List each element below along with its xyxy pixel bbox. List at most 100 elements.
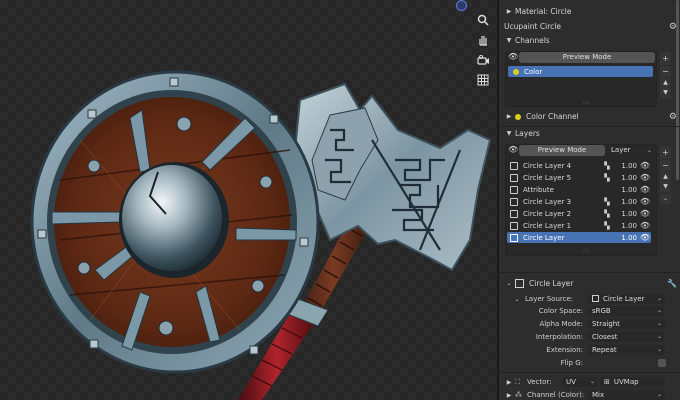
hand-icon[interactable] bbox=[475, 32, 491, 48]
prop-value: sRGB bbox=[592, 307, 611, 315]
chevron-down-icon: ⌄ bbox=[656, 295, 662, 302]
gear-icon[interactable]: ⚙ bbox=[669, 112, 677, 122]
prop-label: Alpha Mode: bbox=[539, 320, 583, 328]
plus-icon[interactable]: + bbox=[660, 52, 671, 65]
layer-name: Circle Layer 5 bbox=[523, 173, 572, 182]
channels-preview-mode-button[interactable]: Preview Mode bbox=[519, 52, 655, 63]
uv-map-select[interactable]: ⊞ UVMap bbox=[600, 377, 665, 387]
layer-opacity[interactable]: 1.00 bbox=[611, 162, 637, 170]
layer-row[interactable]: Circle Layer 3 ▚ 1.00 👁 bbox=[507, 196, 651, 207]
channel-color-row: ▶ ⁂ Channel (Color): Mix ⌄ bbox=[499, 389, 675, 400]
layers-mode-value: Layer bbox=[611, 146, 631, 154]
resize-handle-icon[interactable]: :::: bbox=[583, 248, 590, 254]
layer-row[interactable]: Circle Layer 4 ▚ 1.00 👁 bbox=[507, 160, 651, 171]
layer-source-label: Layer Source: bbox=[525, 295, 574, 303]
gizmo-dot[interactable] bbox=[456, 0, 467, 11]
layer-menu-chevron-icon[interactable]: ⌄ bbox=[660, 194, 671, 204]
attribute-layer-icon bbox=[510, 185, 518, 194]
channel-icon: ⁂ bbox=[515, 391, 522, 399]
layer-opacity[interactable]: 1.00 bbox=[611, 186, 637, 194]
camera-icon[interactable] bbox=[475, 52, 491, 68]
layer-name: Circle Layer 3 bbox=[523, 197, 572, 206]
zoom-icon[interactable] bbox=[475, 12, 491, 28]
viewport-navigation bbox=[475, 12, 491, 88]
color-space-select[interactable]: sRGB ⌄ bbox=[588, 306, 665, 316]
layer-opacity[interactable]: 1.00 bbox=[611, 174, 637, 182]
layers-mode-select[interactable]: Layer ⌄ bbox=[607, 145, 655, 156]
grid-icon[interactable] bbox=[475, 72, 491, 88]
channels-header[interactable]: ▼ Channels bbox=[499, 34, 675, 47]
chevron-down-icon: ⌄ bbox=[646, 147, 652, 154]
paint-row[interactable]: Ucupaint Circle ⚙ bbox=[499, 20, 677, 33]
layers-preview-mode-button[interactable]: Preview Mode bbox=[519, 145, 605, 156]
flip-g-checkbox[interactable] bbox=[658, 359, 666, 367]
interpolation-row: Interpolation: Closest ⌄ bbox=[499, 331, 675, 343]
properties-panel: ▶ Material: Circle Ucupaint Circle ⚙ ▼ C… bbox=[497, 0, 680, 400]
eye-icon[interactable]: 👁 bbox=[639, 197, 651, 206]
selected-layer-title: Circle Layer bbox=[529, 279, 574, 288]
channel-color-select[interactable]: Mix ⌄ bbox=[588, 390, 665, 400]
vector-type-select[interactable]: UV ⌄ bbox=[562, 377, 598, 387]
prop-label: Extension: bbox=[546, 346, 583, 354]
image-layer-icon bbox=[510, 233, 518, 242]
color-channel-label: Color Channel bbox=[526, 112, 579, 121]
layer-mask-icon[interactable]: ▚ bbox=[603, 210, 611, 218]
expand-triangle-icon[interactable]: ▶ bbox=[505, 379, 513, 386]
vector-icon: ⛶ bbox=[515, 377, 520, 386]
color-channel-row[interactable]: ▶ Color Channel ⚙ bbox=[499, 110, 677, 123]
material-row[interactable]: ▶ Material: Circle bbox=[499, 5, 675, 18]
shield bbox=[30, 70, 320, 374]
layer-row[interactable]: Circle Layer 1 ▚ 1.00 👁 bbox=[507, 220, 651, 231]
layer-row[interactable]: Circle Layer 2 ▚ 1.00 👁 bbox=[507, 208, 651, 219]
move-arrows-icon[interactable]: ▲ ▼ bbox=[660, 172, 671, 192]
vector-label: Vector: bbox=[527, 378, 552, 386]
layer-opacity[interactable]: 1.00 bbox=[611, 234, 637, 242]
channel-item-color[interactable]: Color bbox=[508, 66, 653, 77]
prop-value: Closest bbox=[592, 333, 618, 341]
layer-row[interactable]: Attribute 1.00 👁 bbox=[507, 184, 651, 195]
layer-row[interactable]: Circle Layer 5 ▚ 1.00 👁 bbox=[507, 172, 651, 183]
minus-icon[interactable]: − bbox=[660, 66, 671, 77]
scene-render bbox=[30, 70, 492, 400]
paint-label: Ucupaint Circle bbox=[504, 22, 561, 31]
expand-triangle-icon[interactable]: ▶ bbox=[505, 392, 513, 399]
eye-icon[interactable]: 👁 bbox=[639, 173, 651, 182]
panel-scrollbar[interactable] bbox=[676, 0, 679, 400]
collapse-chevron-icon[interactable]: ⌄ bbox=[513, 296, 521, 303]
layer-mask-icon[interactable]: ▚ bbox=[603, 174, 611, 182]
eye-icon[interactable]: 👁 bbox=[639, 161, 651, 170]
eye-icon[interactable]: 👁 bbox=[639, 209, 651, 218]
plus-icon[interactable]: + bbox=[660, 146, 671, 159]
eye-icon[interactable]: 👁 bbox=[639, 185, 651, 194]
layers-header[interactable]: ▼ Layers bbox=[499, 127, 675, 140]
move-arrows-icon[interactable]: ▲ ▼ bbox=[660, 78, 671, 98]
layer-mask-icon[interactable]: ▚ bbox=[603, 222, 611, 230]
3d-viewport[interactable] bbox=[0, 0, 497, 400]
eye-icon[interactable]: 👁 bbox=[639, 233, 651, 242]
layer-row-selected[interactable]: Circle Layer 1.00 👁 bbox=[507, 232, 651, 243]
selected-layer-header[interactable]: ⌄ Circle Layer 🔧 bbox=[499, 277, 677, 290]
expand-triangle-icon: ▶ bbox=[506, 113, 512, 120]
eye-icon[interactable]: 👁 bbox=[508, 145, 518, 154]
layer-mask-icon[interactable]: ▚ bbox=[603, 162, 611, 170]
flip-g-row: Flip G: bbox=[499, 357, 675, 369]
vector-row: ▶ ⛶ Vector: UV ⌄ ⊞ UVMap bbox=[499, 376, 675, 388]
layer-opacity[interactable]: 1.00 bbox=[611, 198, 637, 206]
extension-select[interactable]: Repeat ⌄ bbox=[588, 345, 665, 355]
minus-icon[interactable]: − bbox=[660, 160, 671, 171]
resize-handle-icon[interactable]: :::: bbox=[583, 100, 590, 106]
layer-mask-icon[interactable]: ▚ bbox=[603, 198, 611, 206]
wrench-icon[interactable]: 🔧 bbox=[667, 279, 677, 288]
channel-color-label: Channel (Color): bbox=[527, 391, 585, 399]
gear-icon[interactable]: ⚙ bbox=[669, 22, 677, 32]
uv-map-value: UVMap bbox=[613, 378, 639, 386]
interpolation-select[interactable]: Closest ⌄ bbox=[588, 332, 665, 342]
eye-icon[interactable]: 👁 bbox=[639, 221, 651, 230]
channel-dot-icon bbox=[515, 113, 521, 120]
eye-icon[interactable]: 👁 bbox=[508, 52, 518, 61]
layer-opacity[interactable]: 1.00 bbox=[611, 210, 637, 218]
layer-source-select[interactable]: Circle Layer ⌄ bbox=[588, 294, 665, 304]
image-layer-icon bbox=[510, 173, 518, 182]
layer-opacity[interactable]: 1.00 bbox=[611, 222, 637, 230]
alpha-mode-select[interactable]: Straight ⌄ bbox=[588, 319, 665, 329]
